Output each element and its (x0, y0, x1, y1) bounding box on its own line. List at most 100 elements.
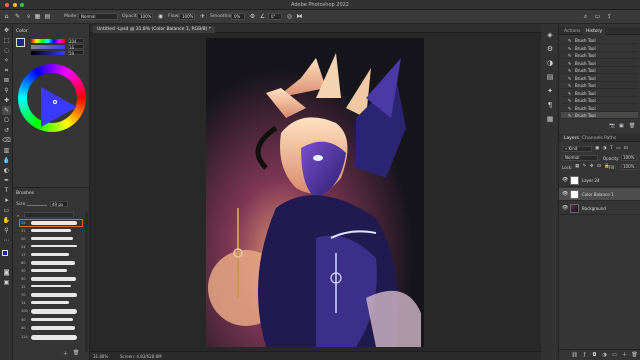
adjustments-icon[interactable]: ◑ (545, 58, 555, 68)
visibility-eye-icon[interactable]: 👁 (562, 202, 568, 215)
adjustment-layer-icon[interactable]: ◑ (601, 352, 608, 359)
brush-preset[interactable] (31, 261, 75, 265)
layer-opacity-input[interactable]: 100% (621, 155, 637, 161)
home-icon[interactable]: ⌂ (3, 13, 10, 20)
hue-slider[interactable] (31, 39, 65, 43)
history-brush-tool-icon[interactable]: ↺ (2, 126, 11, 135)
opacity-input[interactable]: 100% (137, 13, 153, 20)
smoothing-settings-icon[interactable]: ⚙ (249, 13, 256, 20)
brushes-panel-tab[interactable]: Brushes (16, 191, 34, 196)
history-item[interactable]: ✎ Brush Tool (561, 82, 638, 90)
brush-preset[interactable] (31, 245, 77, 247)
quick-mask-icon[interactable]: ◙ (2, 268, 11, 277)
saturation-value[interactable]: 16 (68, 44, 84, 50)
layer-row[interactable]: 👁 Background (559, 202, 640, 215)
symmetry-icon[interactable]: ⧓ (296, 13, 303, 20)
frame-tool-icon[interactable]: ⊠ (2, 76, 11, 85)
brush-preset[interactable] (31, 237, 73, 240)
history-item[interactable]: ✎ Brush Tool (561, 52, 638, 60)
gradient-tool-icon[interactable]: ▥ (2, 146, 11, 155)
history-item-current[interactable]: ✎ Brush Tool (561, 112, 638, 120)
screen-mode-icon[interactable]: ▣ (2, 278, 11, 287)
pen-tool-icon[interactable]: ✒ (2, 176, 11, 185)
new-snapshot-icon[interactable]: 📷 (609, 123, 615, 129)
brush-size-value[interactable]: 9 (25, 13, 32, 20)
color-triangle[interactable] (41, 87, 77, 127)
saturation-slider[interactable] (31, 45, 65, 49)
layer-row-selected[interactable]: 👁 Color Balance 1 (559, 188, 640, 201)
lasso-tool-icon[interactable]: ◌ (2, 46, 11, 55)
marquee-tool-icon[interactable]: ⬚ (2, 36, 11, 45)
history-item[interactable]: ✎ Brush Tool (561, 67, 638, 75)
foreground-color-swatch[interactable] (2, 250, 8, 256)
brush-size-input[interactable]: 49 px (50, 201, 68, 207)
history-item[interactable]: ✎ Brush Tool (561, 75, 638, 82)
zoom-tool-icon[interactable]: ⚲ (2, 226, 11, 235)
brush-search-input[interactable] (24, 212, 74, 218)
properties-icon[interactable]: ⚙ (545, 44, 555, 54)
libraries-icon[interactable]: ▤ (545, 72, 555, 82)
visibility-eye-icon[interactable]: 👁 (562, 174, 568, 187)
brush-preset[interactable] (31, 335, 77, 340)
eraser-tool-icon[interactable]: ⌫ (2, 136, 11, 145)
brushes-scrollbar[interactable] (85, 212, 88, 352)
layer-filter-icons[interactable]: ▣ ◑ T ▭ ⊡ (595, 146, 629, 151)
brush-preset[interactable] (31, 293, 77, 297)
swatches-icon[interactable]: ▦ (545, 114, 555, 124)
tab-actions[interactable]: Actions (561, 28, 583, 35)
brush-preset[interactable] (31, 285, 71, 287)
document-status[interactable]: Screen: 4.83/628.8M (120, 354, 162, 359)
flow-input[interactable]: 100% (179, 13, 195, 20)
healing-tool-icon[interactable]: ✚ (2, 96, 11, 105)
new-document-from-state-icon[interactable]: ▣ (619, 123, 624, 129)
more-tools-icon[interactable]: ⋯ (2, 236, 11, 245)
new-layer-icon[interactable]: ＋ (621, 352, 628, 359)
history-item[interactable]: ✎ Brush Tool (561, 60, 638, 67)
quick-select-tool-icon[interactable]: ✧ (2, 56, 11, 65)
visibility-eye-icon[interactable]: 👁 (562, 188, 568, 201)
delete-state-icon[interactable]: 🗑 (629, 123, 635, 129)
mode-select[interactable]: Normal (78, 13, 118, 20)
delete-layer-icon[interactable]: 🗑 (631, 352, 638, 359)
brush-size-slider[interactable] (27, 205, 47, 206)
brush-search-icon[interactable]: ⌕ (17, 213, 21, 218)
eyedropper-tool-icon[interactable]: ⚲ (2, 86, 11, 95)
search-icon[interactable]: ⌕ (582, 13, 589, 20)
canvas-artwork[interactable] (206, 38, 424, 347)
brush-preset[interactable] (31, 221, 77, 225)
color-panel-foreground-swatch[interactable] (16, 38, 25, 47)
document-tab[interactable]: Untitled -Lpsd @ 31.8% (Color Balance 1,… (93, 26, 216, 33)
angle-input[interactable]: 0° (268, 13, 282, 20)
layer-style-icon[interactable]: ƒ (581, 352, 588, 359)
pressure-size-icon[interactable]: ◎ (286, 13, 293, 20)
layer-row[interactable]: 👁 Layer 24 (559, 174, 640, 187)
link-layers-icon[interactable]: ⛓ (571, 352, 578, 359)
brush-preset[interactable] (31, 301, 69, 304)
brush-preset-icon[interactable]: ✎ (14, 13, 21, 20)
dodge-tool-icon[interactable]: ◐ (2, 166, 11, 175)
pressure-opacity-icon[interactable]: ◉ (157, 13, 164, 20)
brightness-value[interactable]: 59 (68, 50, 84, 56)
brush-preset[interactable] (31, 253, 69, 256)
path-select-tool-icon[interactable]: ➤ (2, 196, 11, 205)
share-icon[interactable]: ⇪ (606, 13, 613, 20)
lock-icons[interactable]: ▦ ✎ ✥ ⊡ 🔒 (575, 164, 611, 169)
layer-filter-select[interactable]: ⌕ Kind (562, 146, 592, 152)
airbrush-icon[interactable]: ✈ (199, 13, 206, 20)
brush-panel-toggle-icon[interactable]: ▤ (44, 13, 51, 20)
clone-stamp-tool-icon[interactable]: ⎔ (2, 116, 11, 125)
brush-settings-icon[interactable]: ▦ (34, 13, 41, 20)
brush-preset[interactable] (31, 326, 75, 330)
brush-preset[interactable] (31, 309, 77, 314)
history-item[interactable]: ✎ Brush Tool (561, 90, 638, 97)
brush-preset[interactable] (31, 318, 73, 321)
fill-input[interactable]: 100% (621, 164, 637, 170)
new-group-icon[interactable]: ▭ (611, 352, 618, 359)
tab-history[interactable]: History (583, 28, 606, 35)
add-mask-icon[interactable]: ◘ (591, 352, 598, 359)
shape-tool-icon[interactable]: ▭ (2, 206, 11, 215)
tab-paths[interactable]: Paths (601, 135, 619, 142)
history-item[interactable]: ✎ Brush Tool (561, 37, 638, 45)
hue-value[interactable]: 204 (68, 38, 84, 44)
color-picker-marker[interactable] (53, 100, 57, 104)
